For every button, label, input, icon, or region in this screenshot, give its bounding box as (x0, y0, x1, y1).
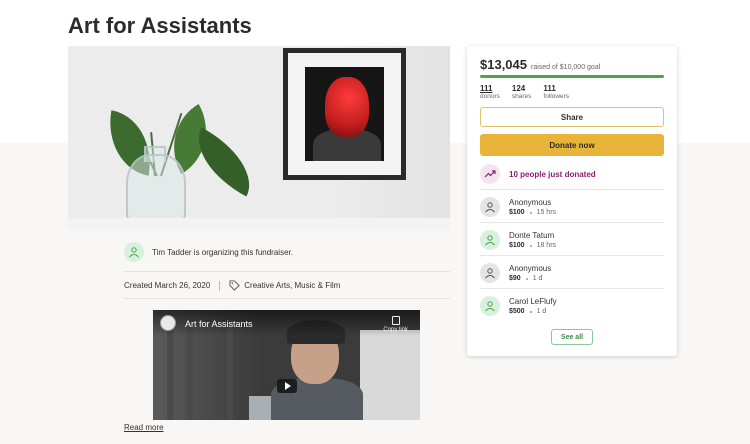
separator-dot (529, 310, 532, 313)
organizer-row: Tim Tadder is organizing this fundraiser… (124, 241, 293, 263)
organizer-text: Tim Tadder is organizing this fundraiser… (152, 247, 293, 257)
donor-name: Carol LeFlufy (509, 297, 557, 306)
donation-amount: $90 (509, 275, 521, 282)
stat-value: 111 (480, 84, 493, 93)
campaign-stats: 111 donors 124 shares 111 followers (480, 84, 569, 100)
donation-time: 1 d (536, 308, 547, 315)
separator-dot (525, 277, 528, 280)
see-all-button[interactable]: See all (551, 329, 593, 345)
picture-frame (283, 48, 406, 180)
donation-amount: $100 (509, 242, 525, 249)
video-background (360, 330, 420, 420)
meta-separator (219, 280, 221, 291)
trending-up-icon (480, 164, 500, 184)
share-button[interactable]: Share (480, 107, 664, 127)
donation-time: 15 hrs (536, 209, 557, 216)
meta-row: Created March 26, 2020 Creative Arts, Mu… (124, 280, 340, 291)
divider (480, 222, 664, 223)
stat-value: 111 (543, 84, 556, 93)
channel-avatar-icon[interactable] (160, 315, 176, 331)
donation-item: Carol LeFlufy $500 1 d (480, 296, 557, 316)
donation-amount: $100 (509, 209, 525, 216)
read-more-link[interactable]: Read more (124, 423, 164, 432)
donor-name: Anonymous (509, 264, 552, 273)
play-button[interactable] (277, 379, 297, 393)
raised-goal: raised of $10,000 goal (531, 64, 601, 71)
donation-card: $13,045 raised of $10,000 goal 111 donor… (467, 46, 677, 356)
divider (480, 288, 664, 289)
raised-summary: $13,045 raised of $10,000 goal (480, 57, 600, 72)
stat-followers: 111 followers (543, 84, 569, 100)
page-title: Art for Assistants (68, 13, 252, 38)
hero-image (68, 46, 450, 230)
separator-dot (529, 244, 532, 247)
raised-amount: $13,045 (480, 57, 527, 72)
donor-avatar-icon (480, 263, 500, 283)
divider (124, 298, 450, 299)
portrait-head (325, 77, 369, 137)
copy-link-button[interactable]: Copy link (383, 316, 408, 333)
donation-time: 1 d (532, 275, 543, 282)
divider (480, 189, 664, 190)
donor-avatar-icon (480, 230, 500, 250)
donation-amount: $500 (509, 308, 525, 315)
donor-avatar-icon (480, 296, 500, 316)
picture-mat (288, 53, 401, 175)
category-link[interactable]: Creative Arts, Music & Film (244, 281, 340, 290)
created-date: Created March 26, 2020 (124, 281, 211, 290)
recent-donations-banner: 10 people just donated (480, 164, 596, 184)
progress-fill (480, 75, 664, 78)
stat-label: followers (543, 93, 570, 100)
glass-vase (126, 154, 186, 228)
copy-link-label: Copy link (383, 327, 408, 333)
video-title[interactable]: Art for Assistants (185, 319, 253, 329)
divider (480, 255, 664, 256)
donation-item: Donte Tatum $100 18 hrs (480, 230, 556, 250)
donation-item: Anonymous $100 15 hrs (480, 197, 556, 217)
divider (124, 271, 450, 272)
stat-shares: 124 shares (512, 84, 532, 100)
donor-name: Anonymous (509, 198, 552, 207)
shelf (68, 218, 450, 230)
donor-name: Donte Tatum (509, 231, 555, 240)
stat-value: 124 (511, 84, 526, 93)
copy-icon (391, 316, 400, 325)
recent-donations-text: 10 people just donated (509, 169, 596, 179)
donate-button[interactable]: Donate now (480, 134, 664, 156)
play-icon (285, 382, 291, 390)
stat-label: donors (480, 93, 500, 100)
separator-dot (529, 211, 532, 214)
stat-donors[interactable]: 111 donors (480, 84, 500, 100)
donor-avatar-icon (480, 197, 500, 217)
donation-time: 18 hrs (536, 242, 557, 249)
tag-icon (229, 280, 241, 291)
organizer-avatar-icon (124, 242, 144, 262)
donation-item: Anonymous $90 1 d (480, 263, 551, 283)
progress-bar (480, 75, 664, 78)
portrait-artwork (305, 67, 384, 161)
video-player[interactable]: Art for Assistants Copy link (153, 310, 420, 420)
stat-label: shares (511, 93, 532, 100)
